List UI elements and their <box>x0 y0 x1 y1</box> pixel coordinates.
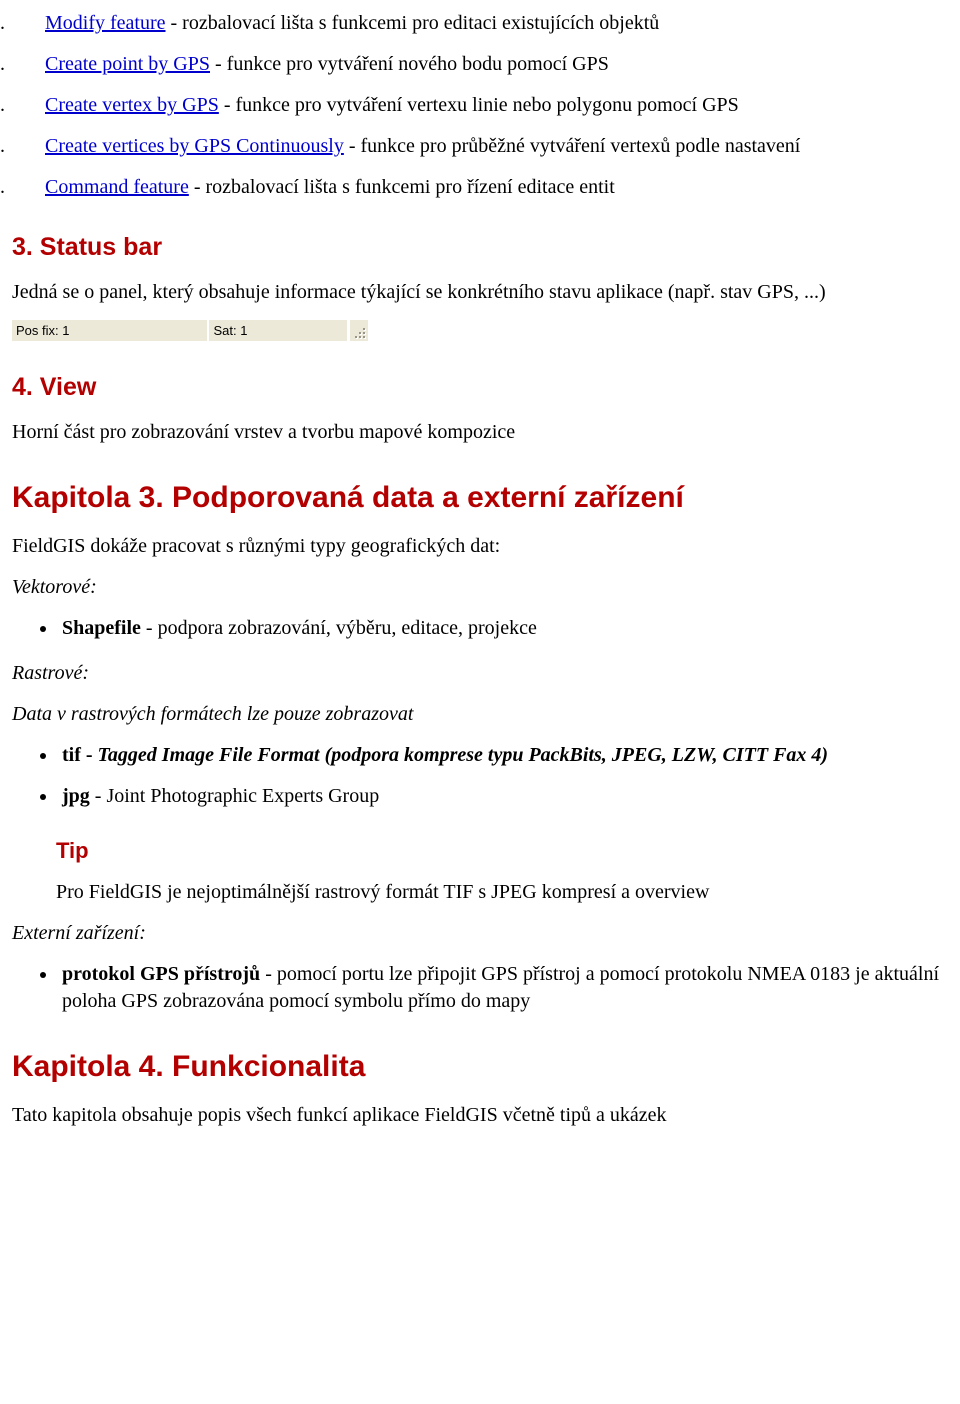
sat-label: Sat: <box>213 323 236 338</box>
chapter-3-heading: Kapitola 3. Podporovaná data a externí z… <box>12 478 948 519</box>
ordered-feature-list: 3. Modify feature - rozbalovací lišta s … <box>12 10 948 201</box>
posfix-label: Pos fix: <box>16 323 59 338</box>
item-term: Shapefile <box>62 617 141 639</box>
section-status-bar-text: Jedná se o panel, který obsahuje informa… <box>12 279 948 306</box>
item-number: 6. <box>18 133 40 160</box>
list-item: 3. Modify feature - rozbalovací lišta s … <box>12 10 948 37</box>
list-item: jpg - Joint Photographic Experts Group <box>58 783 948 810</box>
list-item: 7. Command feature - rozbalovací lišta s… <box>12 174 948 201</box>
sat-value: 1 <box>240 323 247 338</box>
item-term: jpg <box>62 785 90 807</box>
command-feature-link[interactable]: Command feature <box>45 176 189 198</box>
item-description: - funkce pro průběžné vytváření vertexů … <box>344 135 800 157</box>
external-devices-label: Externí zařízení: <box>12 920 948 947</box>
create-point-gps-link[interactable]: Create point by GPS <box>45 53 210 75</box>
posfix-value: 1 <box>62 323 69 338</box>
list-item: Shapefile - podpora zobrazování, výběru,… <box>58 615 948 642</box>
section-status-bar-heading: 3. Status bar <box>12 231 948 265</box>
tip-text: Pro FieldGIS je nejoptimálnější rastrový… <box>56 879 948 906</box>
section-view-heading: 4. View <box>12 371 948 405</box>
item-number: 4. <box>18 51 40 78</box>
list-item: 5. Create vertex by GPS - funkce pro vyt… <box>12 92 948 119</box>
status-bar-example: Pos fix: 1 Sat: 1 <box>12 320 368 342</box>
item-description: - funkce pro vytváření vertexu linie neb… <box>219 94 739 116</box>
raster-note: Data v rastrových formátech lze pouze zo… <box>12 701 948 728</box>
vector-list: Shapefile - podpora zobrazování, výběru,… <box>12 615 948 642</box>
resize-grip-icon <box>349 320 368 342</box>
create-vertices-continuous-link[interactable]: Create vertices by GPS Continuously <box>45 135 344 157</box>
section-view-text: Horní část pro zobrazování vrstev a tvor… <box>12 419 948 446</box>
item-number: 7. <box>18 174 40 201</box>
item-term: tif - <box>62 744 98 766</box>
item-description: - rozbalovací lišta s funkcemi pro řízen… <box>189 176 615 198</box>
status-sat-cell: Sat: 1 <box>209 320 349 342</box>
item-description: - funkce pro vytváření nového bodu pomoc… <box>210 53 609 75</box>
modify-feature-link[interactable]: Modify feature <box>45 12 166 34</box>
vector-label: Vektorové: <box>12 574 948 601</box>
list-item: 4. Create point by GPS - funkce pro vytv… <box>12 51 948 78</box>
item-description: - rozbalovací lišta s funkcemi pro edita… <box>166 12 660 34</box>
raster-list: tif - Tagged Image File Format (podpora … <box>12 742 948 810</box>
tip-heading: Tip <box>56 836 948 866</box>
status-posfix-cell: Pos fix: 1 <box>12 320 209 342</box>
list-item: tif - Tagged Image File Format (podpora … <box>58 742 948 769</box>
create-vertex-gps-link[interactable]: Create vertex by GPS <box>45 94 219 116</box>
list-item: 6. Create vertices by GPS Continuously -… <box>12 133 948 160</box>
raster-label: Rastrové: <box>12 660 948 687</box>
item-number: 5. <box>18 92 40 119</box>
chapter-4-intro: Tato kapitola obsahuje popis všech funkc… <box>12 1102 948 1129</box>
item-description: - podpora zobrazování, výběru, editace, … <box>141 617 537 639</box>
item-number: 3. <box>18 10 40 37</box>
item-term: protokol GPS přístrojů <box>62 963 260 985</box>
chapter-4-heading: Kapitola 4. Funkcionalita <box>12 1047 948 1088</box>
chapter-3-intro: FieldGIS dokáže pracovat s různými typy … <box>12 533 948 560</box>
list-item: protokol GPS přístrojů - pomocí portu lz… <box>58 961 948 1015</box>
external-devices-list: protokol GPS přístrojů - pomocí portu lz… <box>12 961 948 1015</box>
item-description: - Joint Photographic Experts Group <box>90 785 379 807</box>
item-italic: Tagged Image File Format (podpora kompre… <box>98 744 829 766</box>
